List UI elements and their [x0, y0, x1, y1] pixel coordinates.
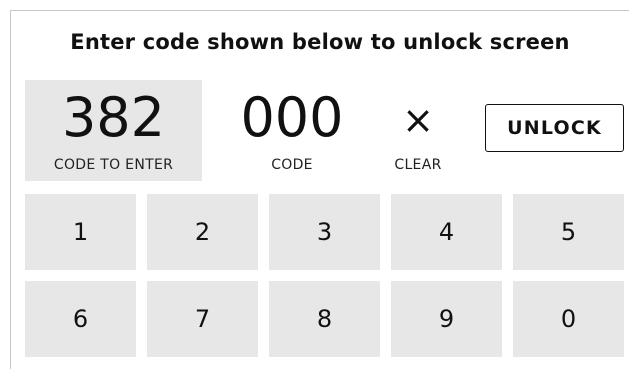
entered-code-label: CODE	[271, 157, 313, 173]
key-0[interactable]: 0	[513, 281, 624, 357]
frame-border-top	[10, 10, 629, 11]
number-keypad: 1 2 3 4 5 6 7 8 9 0	[25, 194, 629, 357]
instruction-title: Enter code shown below to unlock screen	[70, 30, 570, 54]
key-5[interactable]: 5	[513, 194, 624, 270]
code-to-enter-label: CODE TO ENTER	[53, 157, 174, 173]
key-9[interactable]: 9	[391, 281, 502, 357]
entered-code-display: 000 CODE	[222, 80, 362, 181]
close-icon: ×	[402, 98, 434, 142]
entered-code-value: 000	[240, 86, 344, 149]
frame-border-left	[10, 10, 11, 369]
code-to-enter-panel: 382 CODE TO ENTER	[25, 80, 202, 181]
key-6[interactable]: 6	[25, 281, 136, 357]
key-1[interactable]: 1	[25, 194, 136, 270]
code-to-enter-value: 382	[61, 86, 166, 149]
key-4[interactable]: 4	[391, 194, 502, 270]
key-3[interactable]: 3	[269, 194, 380, 270]
key-8[interactable]: 8	[269, 281, 380, 357]
key-2[interactable]: 2	[147, 194, 258, 270]
clear-button[interactable]: × CLEAR	[380, 80, 456, 181]
unlock-button[interactable]: UNLOCK	[485, 104, 624, 152]
key-7[interactable]: 7	[147, 281, 258, 357]
clear-label: CLEAR	[394, 157, 442, 173]
